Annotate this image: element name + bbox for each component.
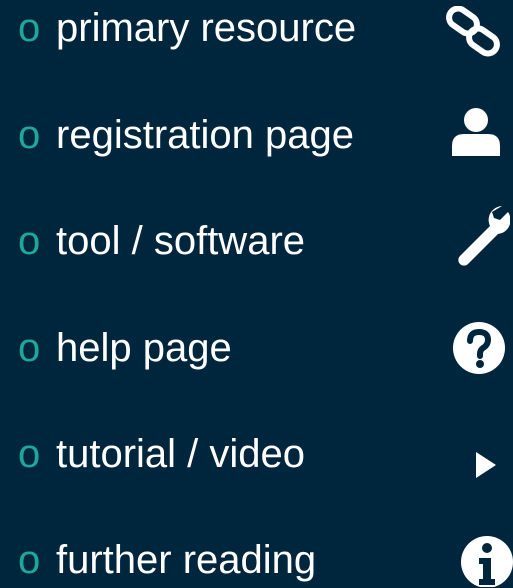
link-icon (446, 6, 500, 57)
legend-bullet: o (18, 113, 41, 157)
legend-item-further-reading: o further reading (18, 532, 513, 588)
legend-item-primary-resource: o primary resource (18, 0, 513, 56)
legend-label: further reading (56, 538, 317, 582)
legend-label: registration page (56, 113, 354, 157)
user-icon (452, 108, 500, 156)
legend-label: primary resource (56, 6, 357, 50)
legend-bullet: o (18, 432, 41, 476)
question-circle-icon (453, 322, 505, 374)
legend-item-help-page: o help page (18, 320, 513, 376)
legend-item-tutorial-video: o tutorial / video (18, 426, 513, 482)
legend-bullet: o (18, 326, 41, 370)
legend-bullet: o (18, 6, 41, 50)
legend-bullet: o (18, 219, 41, 263)
legend-bullet: o (18, 538, 41, 582)
legend-label: tutorial / video (56, 432, 306, 476)
play-icon (476, 452, 496, 478)
legend-item-tool-software: o tool / software (18, 213, 513, 269)
legend-label: help page (56, 326, 232, 370)
legend-label: tool / software (56, 219, 306, 263)
legend-item-registration-page: o registration page (18, 107, 513, 163)
info-circle-icon (461, 536, 513, 587)
resource-type-legend: o primary resource o registration page o… (0, 0, 513, 587)
wrench-icon (458, 206, 510, 266)
